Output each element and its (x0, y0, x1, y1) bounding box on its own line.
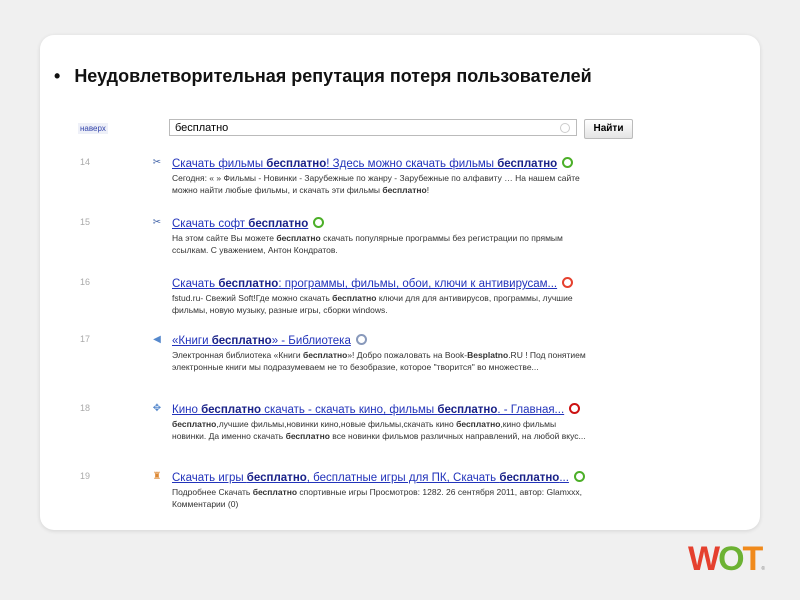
slide-heading: • Неудовлетворительная репутация потеря п… (54, 66, 592, 87)
result-number: 16 (80, 277, 91, 287)
highlighted-term: бесплатно (456, 419, 501, 429)
highlighted-term: бесплатно (437, 404, 498, 416)
scissors-icon: ✂ (152, 157, 162, 168)
wot-rating-icon[interactable] (573, 471, 585, 482)
search-button[interactable]: Найти (584, 119, 633, 139)
highlighted-term: бесплатно (499, 472, 560, 484)
text-segment: все новинки фильмов различных направлени… (329, 431, 586, 441)
result-title-link[interactable]: Скачать софт бесплатно (172, 217, 325, 230)
wot-logo: WOT® (688, 540, 766, 578)
highlighted-term: бесплатно (276, 233, 321, 243)
result-number: 19 (80, 471, 91, 481)
highlighted-term: бесплатно (497, 158, 558, 170)
wot-rating-icon[interactable] (355, 334, 367, 345)
text-segment: , бесплатные игры для ПК, Скачать (306, 472, 500, 484)
heading-text: Неудовлетворительная репутация потеря по… (74, 66, 592, 86)
text-segment: Электронная библиотека «Книги (172, 350, 303, 360)
wot-rating-icon[interactable] (562, 157, 574, 168)
scissors-icon: ✂ (152, 217, 162, 228)
wot-rating-icon[interactable] (313, 217, 325, 228)
result-title-link[interactable]: Скачать бесплатно: программы, фильмы, об… (172, 277, 574, 290)
highlighted-term: Besplatno (467, 350, 509, 360)
text-segment: : программы, фильмы, обои, ключи к антив… (278, 278, 558, 290)
arrow-left-icon: ◀ (153, 334, 161, 345)
result-snippet: Сегодня: « » Фильмы - Новинки - Зарубежн… (172, 172, 592, 196)
result-number: 18 (80, 403, 91, 413)
result-number: 14 (80, 157, 91, 167)
text-segment: Скачать софт (172, 218, 249, 230)
text-segment: ,лучшие фильмы,новинки кино,новые фильмы… (216, 419, 457, 429)
text-segment: »! Добро пожаловать на Book- (347, 350, 468, 360)
highlighted-term: бесплатно (382, 185, 427, 195)
highlighted-term: бесплатно (211, 335, 272, 347)
result-number: 15 (80, 217, 91, 227)
text-segment: Сегодня: « » Фильмы - Новинки - Зарубежн… (172, 173, 580, 195)
text-segment: скачать - скачать кино, фильмы (261, 404, 438, 416)
text-segment: Кино (172, 404, 202, 416)
result-snippet: Подробнее Скачать бесплатно спортивные и… (172, 486, 592, 510)
highlighted-term: бесплатно (246, 472, 307, 484)
wot-rating-icon[interactable] (569, 403, 581, 414)
top-link[interactable]: наверх (78, 123, 108, 134)
text-segment: fstud.ru- Свежий Soft!Где можно скачать (172, 293, 333, 303)
result-snippet: Электронная библиотека «Книги бесплатно»… (172, 349, 592, 373)
text-segment: На этом сайте Вы можете (172, 233, 277, 243)
highlighted-term: бесплатно (248, 218, 309, 230)
result-snippet: На этом сайте Вы можете бесплатно скачат… (172, 232, 592, 256)
result-title-link[interactable]: Скачать игры бесплатно, бесплатные игры … (172, 471, 585, 484)
highlighted-term: бесплатно (172, 419, 217, 429)
text-segment: . - Главная... (497, 404, 565, 416)
text-segment: ! (426, 185, 430, 195)
gear-icon: ✥ (152, 403, 162, 414)
text-segment: Скачать игры (172, 472, 247, 484)
text-segment: Подробнее Скачать (172, 487, 253, 497)
search-input[interactable]: бесплатно (169, 119, 577, 136)
highlighted-term: бесплатно (332, 293, 377, 303)
bullet: • (54, 66, 61, 86)
highlighted-term: бесплатно (218, 278, 279, 290)
wot-rating-icon[interactable] (562, 277, 574, 288)
highlighted-term: бесплатно (252, 487, 298, 497)
highlighted-term: бесплатно (266, 158, 327, 170)
result-snippet: бесплатно,лучшие фильмы,новинки кино,нов… (172, 418, 592, 442)
text-segment: » - Библиотека (271, 335, 351, 347)
highlighted-term: бесплатно (302, 350, 348, 360)
result-title-link[interactable]: Скачать фильмы бесплатно! Здесь можно ск… (172, 157, 574, 170)
result-title-link[interactable]: «Книги бесплатно» - Библиотека (172, 334, 367, 347)
result-title-link[interactable]: Кино бесплатно скачать - скачать кино, ф… (172, 403, 581, 416)
result-number: 17 (80, 334, 91, 344)
text-segment: ! Здесь можно скачать фильмы (326, 158, 498, 170)
highlighted-term: бесплатно (285, 431, 330, 441)
clear-icon[interactable] (560, 123, 570, 133)
text-segment: «Книги (172, 335, 212, 347)
text-segment: Скачать (172, 278, 219, 290)
highlighted-term: бесплатно (201, 404, 262, 416)
badge-icon: ♜ (152, 471, 162, 482)
text-segment: Скачать фильмы (172, 158, 267, 170)
text-segment: ... (559, 472, 569, 484)
result-snippet: fstud.ru- Свежий Soft!Где можно скачать … (172, 292, 592, 316)
search-value: бесплатно (175, 122, 229, 134)
